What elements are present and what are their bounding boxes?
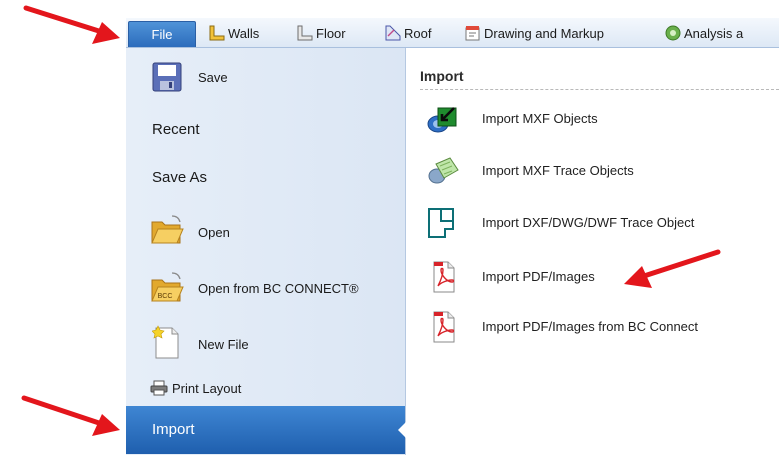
menu-item-import[interactable]: Import	[126, 406, 406, 454]
import-mxf-trace-objects-label: Import MXF Trace Objects	[482, 163, 634, 178]
import-mxf-objects-button[interactable]: Import MXF Objects	[426, 102, 776, 136]
import-pdf-images-from-bc-connect-label: Import PDF/Images from BC Connect	[482, 319, 699, 334]
menu-item-print-layout-label: Print Layout	[172, 381, 242, 396]
annotation-arrow-import	[21, 395, 120, 436]
import-pdf-images-label: Import PDF/Images	[482, 269, 595, 284]
folder-open-icon	[151, 215, 184, 244]
menu-item-open[interactable]: Open	[126, 210, 405, 254]
tab-analysis-label: Analysis a	[684, 25, 744, 41]
menu-item-save-label: Save	[198, 70, 228, 85]
menu-item-new-file[interactable]: New File	[126, 322, 405, 366]
tab-floor[interactable]: Floor	[296, 18, 346, 48]
roof-icon	[385, 25, 401, 41]
tab-walls[interactable]: Walls	[208, 18, 259, 48]
bc-connect-folder-icon: BCC	[151, 272, 184, 302]
import-dxf-trace-icon	[428, 208, 454, 238]
menu-item-print-layout[interactable]: Print Layout	[126, 374, 405, 402]
import-pdf-images-from-bc-connect-button[interactable]: Import PDF/Images from BC Connect	[426, 310, 776, 344]
bc-connect-icon-text: BCC	[158, 293, 173, 300]
pdf-icon	[433, 261, 455, 293]
tab-floor-label: Floor	[316, 25, 346, 41]
save-icon	[152, 62, 182, 92]
tab-roof[interactable]: Roof	[384, 18, 431, 48]
import-mxf-trace-objects-button[interactable]: Import MXF Trace Objects	[426, 154, 776, 188]
tab-file[interactable]: File	[128, 21, 196, 47]
import-mxf-objects-icon	[427, 107, 457, 133]
menu-item-open-from-bc-connect[interactable]: BCC Open from BC CONNECT®	[126, 266, 405, 310]
menu-item-save-as[interactable]: Save As	[126, 158, 405, 198]
walls-icon	[209, 25, 225, 41]
tab-drawing-and-markup[interactable]: Drawing and Markup	[464, 18, 604, 48]
new-file-icon	[152, 325, 179, 359]
pdf-icon	[433, 311, 455, 343]
import-panel-title: Import	[420, 68, 464, 84]
menu-item-new-file-label: New File	[198, 337, 249, 352]
tab-drawing-and-markup-label: Drawing and Markup	[484, 25, 604, 41]
import-mxf-objects-label: Import MXF Objects	[482, 111, 598, 126]
tab-roof-label: Roof	[404, 25, 432, 41]
backstage-menu: Save Recent Save As Open BCC Open from B…	[126, 48, 406, 455]
import-panel-divider	[420, 89, 779, 90]
drawing-markup-icon	[465, 26, 480, 41]
ribbon-tab-bar: File Walls Floor Roof Drawing and Markup	[126, 18, 779, 48]
annotation-arrow-file	[23, 5, 120, 44]
menu-item-save-as-label: Save As	[152, 169, 208, 186]
menu-item-import-label: Import	[152, 421, 195, 438]
import-mxf-trace-icon	[428, 157, 459, 184]
import-dxf-trace-object-label: Import DXF/DWG/DWF Trace Object	[482, 215, 695, 230]
menu-item-recent[interactable]: Recent	[126, 110, 405, 150]
tab-walls-label: Walls	[228, 25, 260, 41]
tab-analysis[interactable]: Analysis a	[664, 18, 743, 48]
menu-item-open-label: Open	[198, 225, 230, 240]
analysis-icon	[665, 25, 681, 41]
printer-icon	[150, 380, 168, 396]
import-dxf-trace-object-button[interactable]: Import DXF/DWG/DWF Trace Object	[426, 206, 776, 240]
menu-item-save[interactable]: Save	[126, 58, 405, 98]
annotation-arrow-import-pdf	[624, 249, 721, 288]
tab-file-label: File	[151, 27, 173, 42]
floor-icon	[297, 25, 313, 41]
menu-item-recent-label: Recent	[152, 121, 200, 138]
menu-item-open-from-bc-connect-label: Open from BC CONNECT®	[198, 281, 359, 296]
